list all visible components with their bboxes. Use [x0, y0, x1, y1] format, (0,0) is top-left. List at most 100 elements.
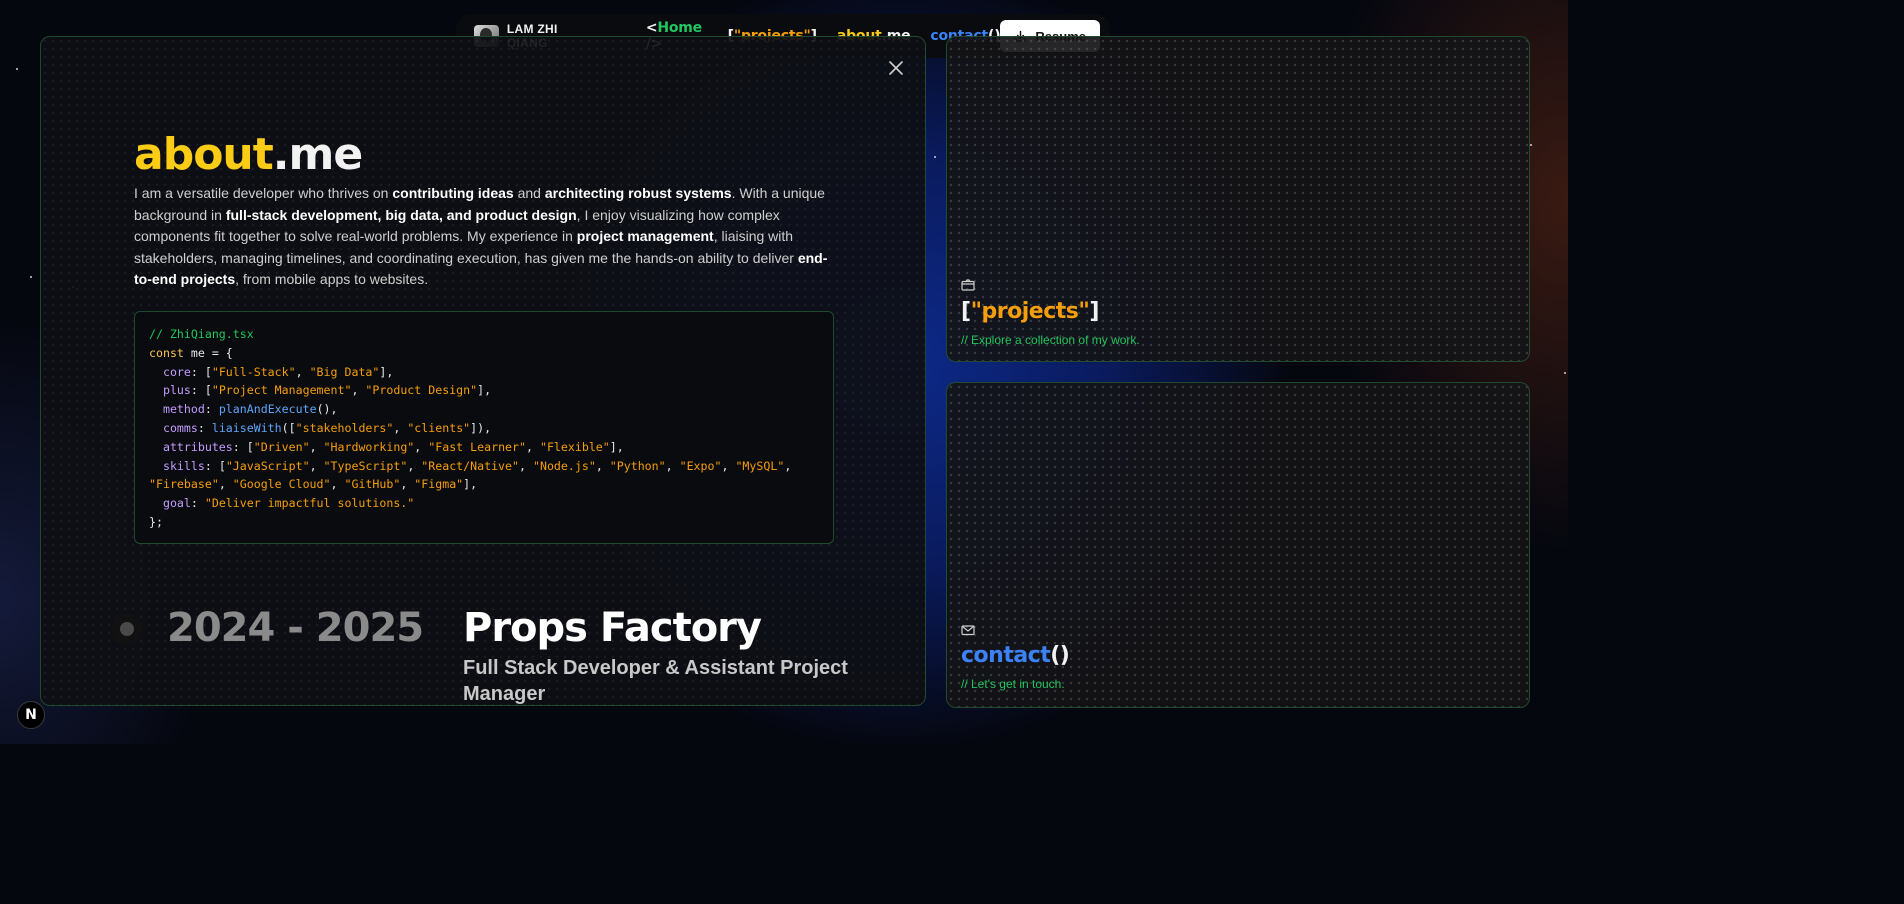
code-line: plus: ["Project Management", "Product De…: [149, 381, 819, 400]
code-token: ,: [295, 364, 310, 379]
code-line: skills: ["JavaScript", "TypeScript", "Re…: [149, 457, 819, 476]
code-line: method: planAndExecute(),: [149, 400, 819, 419]
code-token: :: [197, 420, 212, 435]
code-line: goal: "Deliver impactful solutions.": [149, 494, 819, 513]
job-company: Props Factory: [463, 605, 762, 651]
code-token: ,: [351, 383, 366, 398]
timeline-dot: [111, 613, 143, 645]
star: [934, 156, 936, 158]
title-accent: about: [134, 129, 274, 180]
contact-card-subtitle: // Let's get in touch.: [961, 677, 1065, 691]
code-token: comms: [162, 420, 198, 435]
code-token: ,: [595, 458, 610, 473]
code-token: "JavaScript": [225, 458, 310, 473]
code-token: "Fast Learner": [428, 439, 526, 454]
code-line: attributes: ["Driven", "Hardworking", "F…: [149, 438, 819, 457]
code-token: : [: [232, 439, 254, 454]
code-token: (),: [316, 402, 338, 417]
page-title: about.me: [134, 129, 363, 180]
code-token: ],: [379, 364, 394, 379]
code-token: "Project Management": [211, 383, 352, 398]
contact-card[interactable]: contact() // Let's get in touch.: [946, 382, 1530, 708]
code-token: "Big Data": [309, 364, 380, 379]
code-token: "GitHub": [344, 477, 401, 492]
code-token: ]),: [470, 420, 492, 435]
code-token: const: [149, 345, 184, 360]
code-token: "TypeScript": [323, 458, 408, 473]
code-token: ([: [281, 420, 296, 435]
code-token: "Flexible": [539, 439, 610, 454]
badge-letter: N: [25, 707, 37, 723]
projects-card-title: ["projects"]: [961, 299, 1099, 324]
about-text-segment: , from mobile apps to websites.: [235, 271, 429, 287]
code-token: ,: [407, 458, 422, 473]
code-token: planAndExecute: [218, 402, 317, 417]
code-token: // ZhiQiang.tsx: [149, 327, 254, 341]
star: [30, 276, 32, 278]
code-token: "Python": [609, 458, 666, 473]
code-token: ,: [309, 439, 324, 454]
code-token: "Firebase": [149, 477, 219, 492]
code-token: ],: [609, 439, 624, 454]
code-token: ,: [309, 458, 324, 473]
code-token: "Hardworking": [323, 439, 415, 454]
code-token: :: [204, 402, 219, 417]
code-snippet: // ZhiQiang.tsx const me = { core: ["Full…: [134, 311, 834, 544]
code-token: "clients": [407, 420, 471, 435]
projects-card-subtitle: // Explore a collection of my work.: [961, 333, 1140, 347]
code-token: "Deliver impactful solutions.": [204, 496, 415, 511]
code-token: };: [149, 514, 163, 529]
about-text-segment: and: [513, 185, 545, 201]
code-token: : [: [190, 364, 212, 379]
code-token: ,: [330, 477, 345, 492]
code-token: :: [190, 496, 205, 511]
projects-card[interactable]: ["projects"] // Explore a collection of …: [946, 36, 1530, 362]
code-token: goal: [162, 496, 191, 511]
star: [16, 68, 18, 70]
star: [1564, 372, 1566, 374]
contact-card-title: contact(): [961, 643, 1070, 668]
about-highlight: full-stack development, big data, and pr…: [225, 206, 577, 223]
nextjs-badge[interactable]: N: [17, 701, 45, 729]
about-text-segment: I am a versatile developer who thrives o…: [134, 185, 393, 201]
nav-home-open: <: [645, 20, 658, 36]
projects-card-open: [: [961, 299, 971, 324]
mail-icon: [961, 625, 975, 636]
nav-home-label: Home: [657, 20, 702, 36]
contact-card-label: contact: [961, 643, 1051, 668]
about-paragraph: I am a versatile developer who thrives o…: [134, 183, 834, 291]
about-highlight: architecting robust systems: [544, 185, 732, 201]
about-highlight: project management: [576, 228, 714, 244]
contact-card-parens: (): [1050, 643, 1070, 668]
code-token: "Google Cloud": [232, 477, 331, 492]
code-line: core: ["Full-Stack", "Big Data"],: [149, 363, 819, 382]
close-icon[interactable]: [887, 59, 905, 77]
code-token: "stakeholders": [295, 420, 394, 435]
star: [1530, 144, 1532, 146]
code-token: : [: [204, 458, 226, 473]
code-token: ,: [218, 477, 233, 492]
code-token: ,: [784, 458, 792, 473]
code-token: liaiseWith: [211, 420, 282, 435]
code-line: comms: liaiseWith(["stakeholders", "clie…: [149, 419, 819, 438]
code-line: const me = {: [149, 344, 819, 363]
code-token: ,: [526, 439, 540, 454]
code-token: skills: [162, 458, 205, 473]
code-token: "Figma": [414, 477, 464, 492]
code-token: "React/Native": [421, 458, 520, 473]
code-token: ,: [519, 458, 533, 473]
code-token: "Expo": [679, 458, 722, 473]
code-token: "Driven": [253, 439, 310, 454]
about-panel: about.me I am a versatile developer who …: [40, 36, 926, 706]
code-token: ,: [400, 477, 415, 492]
code-token: ,: [721, 458, 736, 473]
code-token: method: [162, 402, 205, 417]
code-token: ],: [477, 383, 492, 398]
